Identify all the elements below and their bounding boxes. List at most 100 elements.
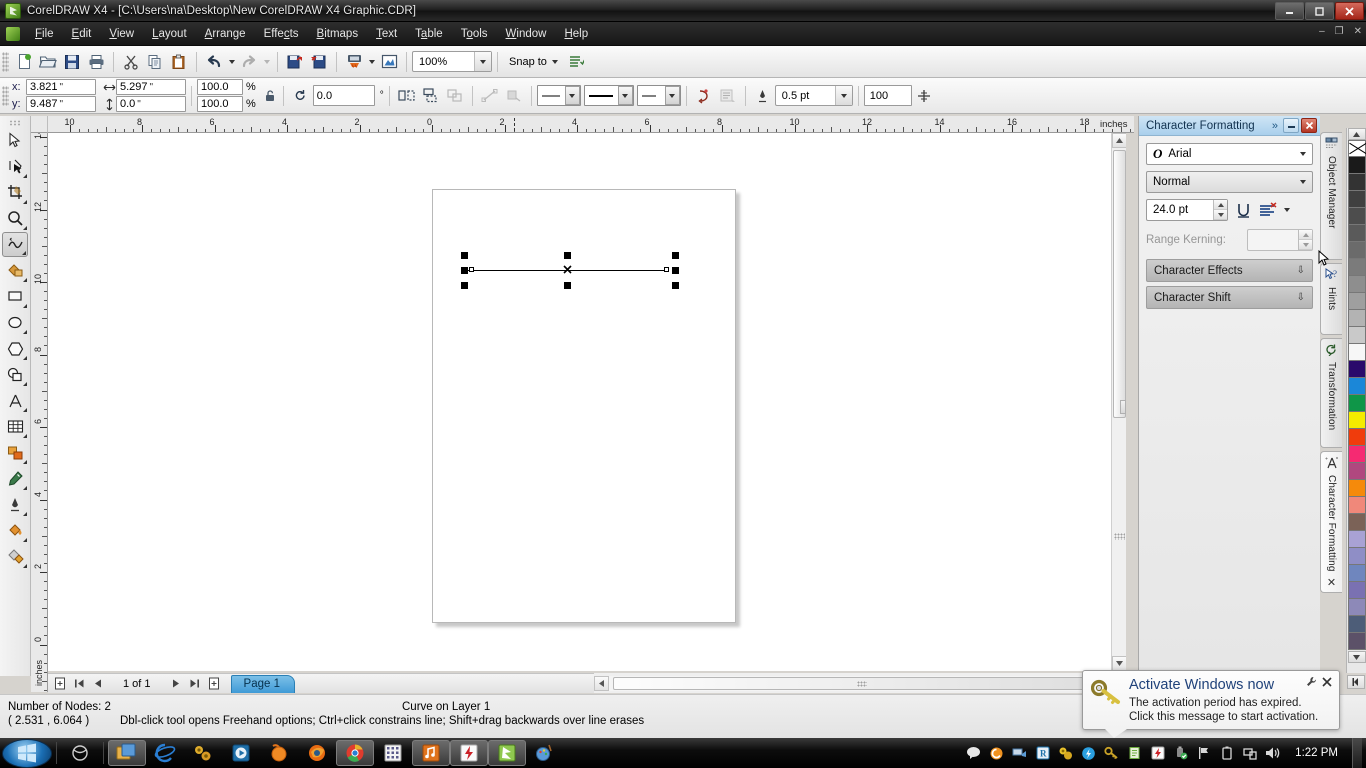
- page-tab-1[interactable]: Page 1: [230, 674, 295, 693]
- online-icon[interactable]: [377, 50, 401, 74]
- selection-handle-top-center[interactable]: [564, 252, 571, 259]
- width-input[interactable]: 5.297 ": [116, 79, 186, 95]
- center-node[interactable]: [563, 265, 572, 274]
- mirror-horizontal-icon[interactable]: [395, 84, 419, 108]
- last-page-button[interactable]: [187, 676, 203, 692]
- docker-close-button[interactable]: [1301, 118, 1317, 133]
- palette-swatch-6[interactable]: [1347, 259, 1366, 276]
- undo-dropdown-icon[interactable]: [226, 50, 237, 74]
- fill-tool[interactable]: [2, 518, 28, 543]
- taskbar-calculator[interactable]: [374, 740, 412, 766]
- outline-width-combo[interactable]: 0.5 pt: [774, 85, 853, 106]
- canvas-horizontal-scrollbar[interactable]: [594, 673, 1126, 693]
- palette-swatch-17[interactable]: [1347, 446, 1366, 463]
- start-arrowhead-dropdown-icon[interactable]: [564, 86, 580, 105]
- rotation-angle-input[interactable]: 0.0: [312, 85, 375, 106]
- show-desktop-button[interactable]: [1352, 738, 1362, 768]
- taskbar-explorer[interactable]: [108, 740, 146, 766]
- font-size-spinner[interactable]: [1213, 200, 1227, 220]
- ruler-corner[interactable]: [31, 116, 48, 133]
- zoom-dropdown-icon[interactable]: [474, 52, 491, 71]
- selection-handle-bottom-right[interactable]: [672, 282, 679, 289]
- menu-edit[interactable]: Edit: [63, 25, 101, 43]
- selection-handle-middle-left[interactable]: [461, 267, 468, 274]
- mirror-vertical-icon[interactable]: [419, 84, 443, 108]
- palette-swatch-18[interactable]: [1347, 463, 1366, 480]
- palette-scroll-up-button[interactable]: [1347, 128, 1366, 140]
- blend-tool[interactable]: [2, 440, 28, 465]
- palette-swatch-13[interactable]: [1347, 378, 1366, 395]
- character-shift-section[interactable]: Character Shift ⇩: [1146, 286, 1313, 309]
- palette-swatch-20[interactable]: [1347, 497, 1366, 514]
- close-button[interactable]: [1335, 2, 1364, 20]
- font-style-combo[interactable]: Normal: [1146, 171, 1313, 193]
- underline-icon[interactable]: [1235, 202, 1252, 219]
- eyedropper-tool[interactable]: [2, 466, 28, 491]
- menu-tools[interactable]: Tools: [452, 25, 497, 43]
- tray-flag-icon[interactable]: [1195, 745, 1212, 762]
- palette-swatch-no-color[interactable]: [1347, 140, 1366, 157]
- chevron-down-icon[interactable]: ⇩: [1297, 292, 1305, 303]
- doc-close-button[interactable]: ✕: [1354, 26, 1362, 37]
- palette-swatch-11[interactable]: [1347, 344, 1366, 361]
- menu-bitmaps[interactable]: Bitmaps: [308, 25, 368, 43]
- add-page-before-button[interactable]: [52, 676, 68, 692]
- polygon-tool[interactable]: [2, 336, 28, 361]
- folder-open-icon[interactable]: [36, 50, 60, 74]
- end-node[interactable]: [664, 267, 669, 272]
- selection-handle-top-right[interactable]: [672, 252, 679, 259]
- menu-help[interactable]: Help: [555, 25, 597, 43]
- vertical-scroll-thumb[interactable]: [1113, 150, 1126, 418]
- shape-tool[interactable]: [2, 154, 28, 179]
- toolbox-grip[interactable]: [9, 120, 21, 126]
- scissors-icon[interactable]: [119, 50, 143, 74]
- canvas-splitter[interactable]: [1120, 400, 1126, 414]
- paste-icon[interactable]: [167, 50, 191, 74]
- palette-swatch-27[interactable]: [1347, 616, 1366, 633]
- outline-tool[interactable]: [2, 492, 28, 517]
- tray-r-icon[interactable]: R: [1034, 745, 1051, 762]
- taskbar-paint[interactable]: [526, 740, 564, 766]
- text-wrap-icon[interactable]: [692, 84, 716, 108]
- scroll-down-button[interactable]: [1112, 656, 1126, 671]
- outline-width-dropdown-icon[interactable]: [834, 86, 852, 105]
- taskbar-music[interactable]: [412, 740, 450, 766]
- selection-handle-bottom-left[interactable]: [461, 282, 468, 289]
- smart-fill-tool[interactable]: [2, 258, 28, 283]
- maximize-button[interactable]: [1305, 2, 1334, 20]
- palette-scroll-down-button[interactable]: [1347, 651, 1366, 663]
- palette-swatch-26[interactable]: [1347, 599, 1366, 616]
- notification-options-icon[interactable]: [1306, 676, 1317, 690]
- palette-swatch-14[interactable]: [1347, 395, 1366, 412]
- scale-vertical-input[interactable]: 100.0: [197, 96, 243, 112]
- menu-window[interactable]: Window: [497, 25, 556, 43]
- snap-to-menu[interactable]: Snap to: [503, 56, 564, 68]
- end-arrowhead-dropdown-icon[interactable]: [664, 86, 680, 105]
- crop-tool[interactable]: [2, 180, 28, 205]
- launcher-icon[interactable]: [342, 50, 366, 74]
- undo-icon[interactable]: [202, 50, 226, 74]
- line-style-dropdown-icon[interactable]: [617, 86, 633, 105]
- height-input[interactable]: 0.0 ": [116, 96, 186, 112]
- toolbar-grip[interactable]: [2, 51, 9, 72]
- next-page-button[interactable]: [168, 676, 184, 692]
- sidetab-hints[interactable]: ? Hints: [1320, 263, 1342, 335]
- ellipse-tool[interactable]: [2, 310, 28, 335]
- save-icon[interactable]: [60, 50, 84, 74]
- palette-swatch-9[interactable]: [1347, 310, 1366, 327]
- docker-minimize-button[interactable]: [1283, 118, 1299, 133]
- taskbar-utility[interactable]: [184, 740, 222, 766]
- menu-layout[interactable]: Layout: [143, 25, 196, 43]
- interactive-fill-tool[interactable]: [2, 544, 28, 569]
- menu-view[interactable]: View: [100, 25, 143, 43]
- vertical-ruler[interactable]: 14 12 10 8 6 4 2 0: [31, 133, 48, 692]
- palette-swatch-21[interactable]: [1347, 514, 1366, 531]
- palette-swatch-23[interactable]: [1347, 548, 1366, 565]
- sidetab-transformation[interactable]: Transformation: [1320, 338, 1342, 448]
- menu-table[interactable]: Table: [406, 25, 452, 43]
- palette-swatch-12[interactable]: [1347, 361, 1366, 378]
- text-alignment-icon[interactable]: [1259, 201, 1277, 219]
- print-icon[interactable]: [84, 50, 108, 74]
- palette-swatch-24[interactable]: [1347, 565, 1366, 582]
- redo-icon[interactable]: [237, 50, 261, 74]
